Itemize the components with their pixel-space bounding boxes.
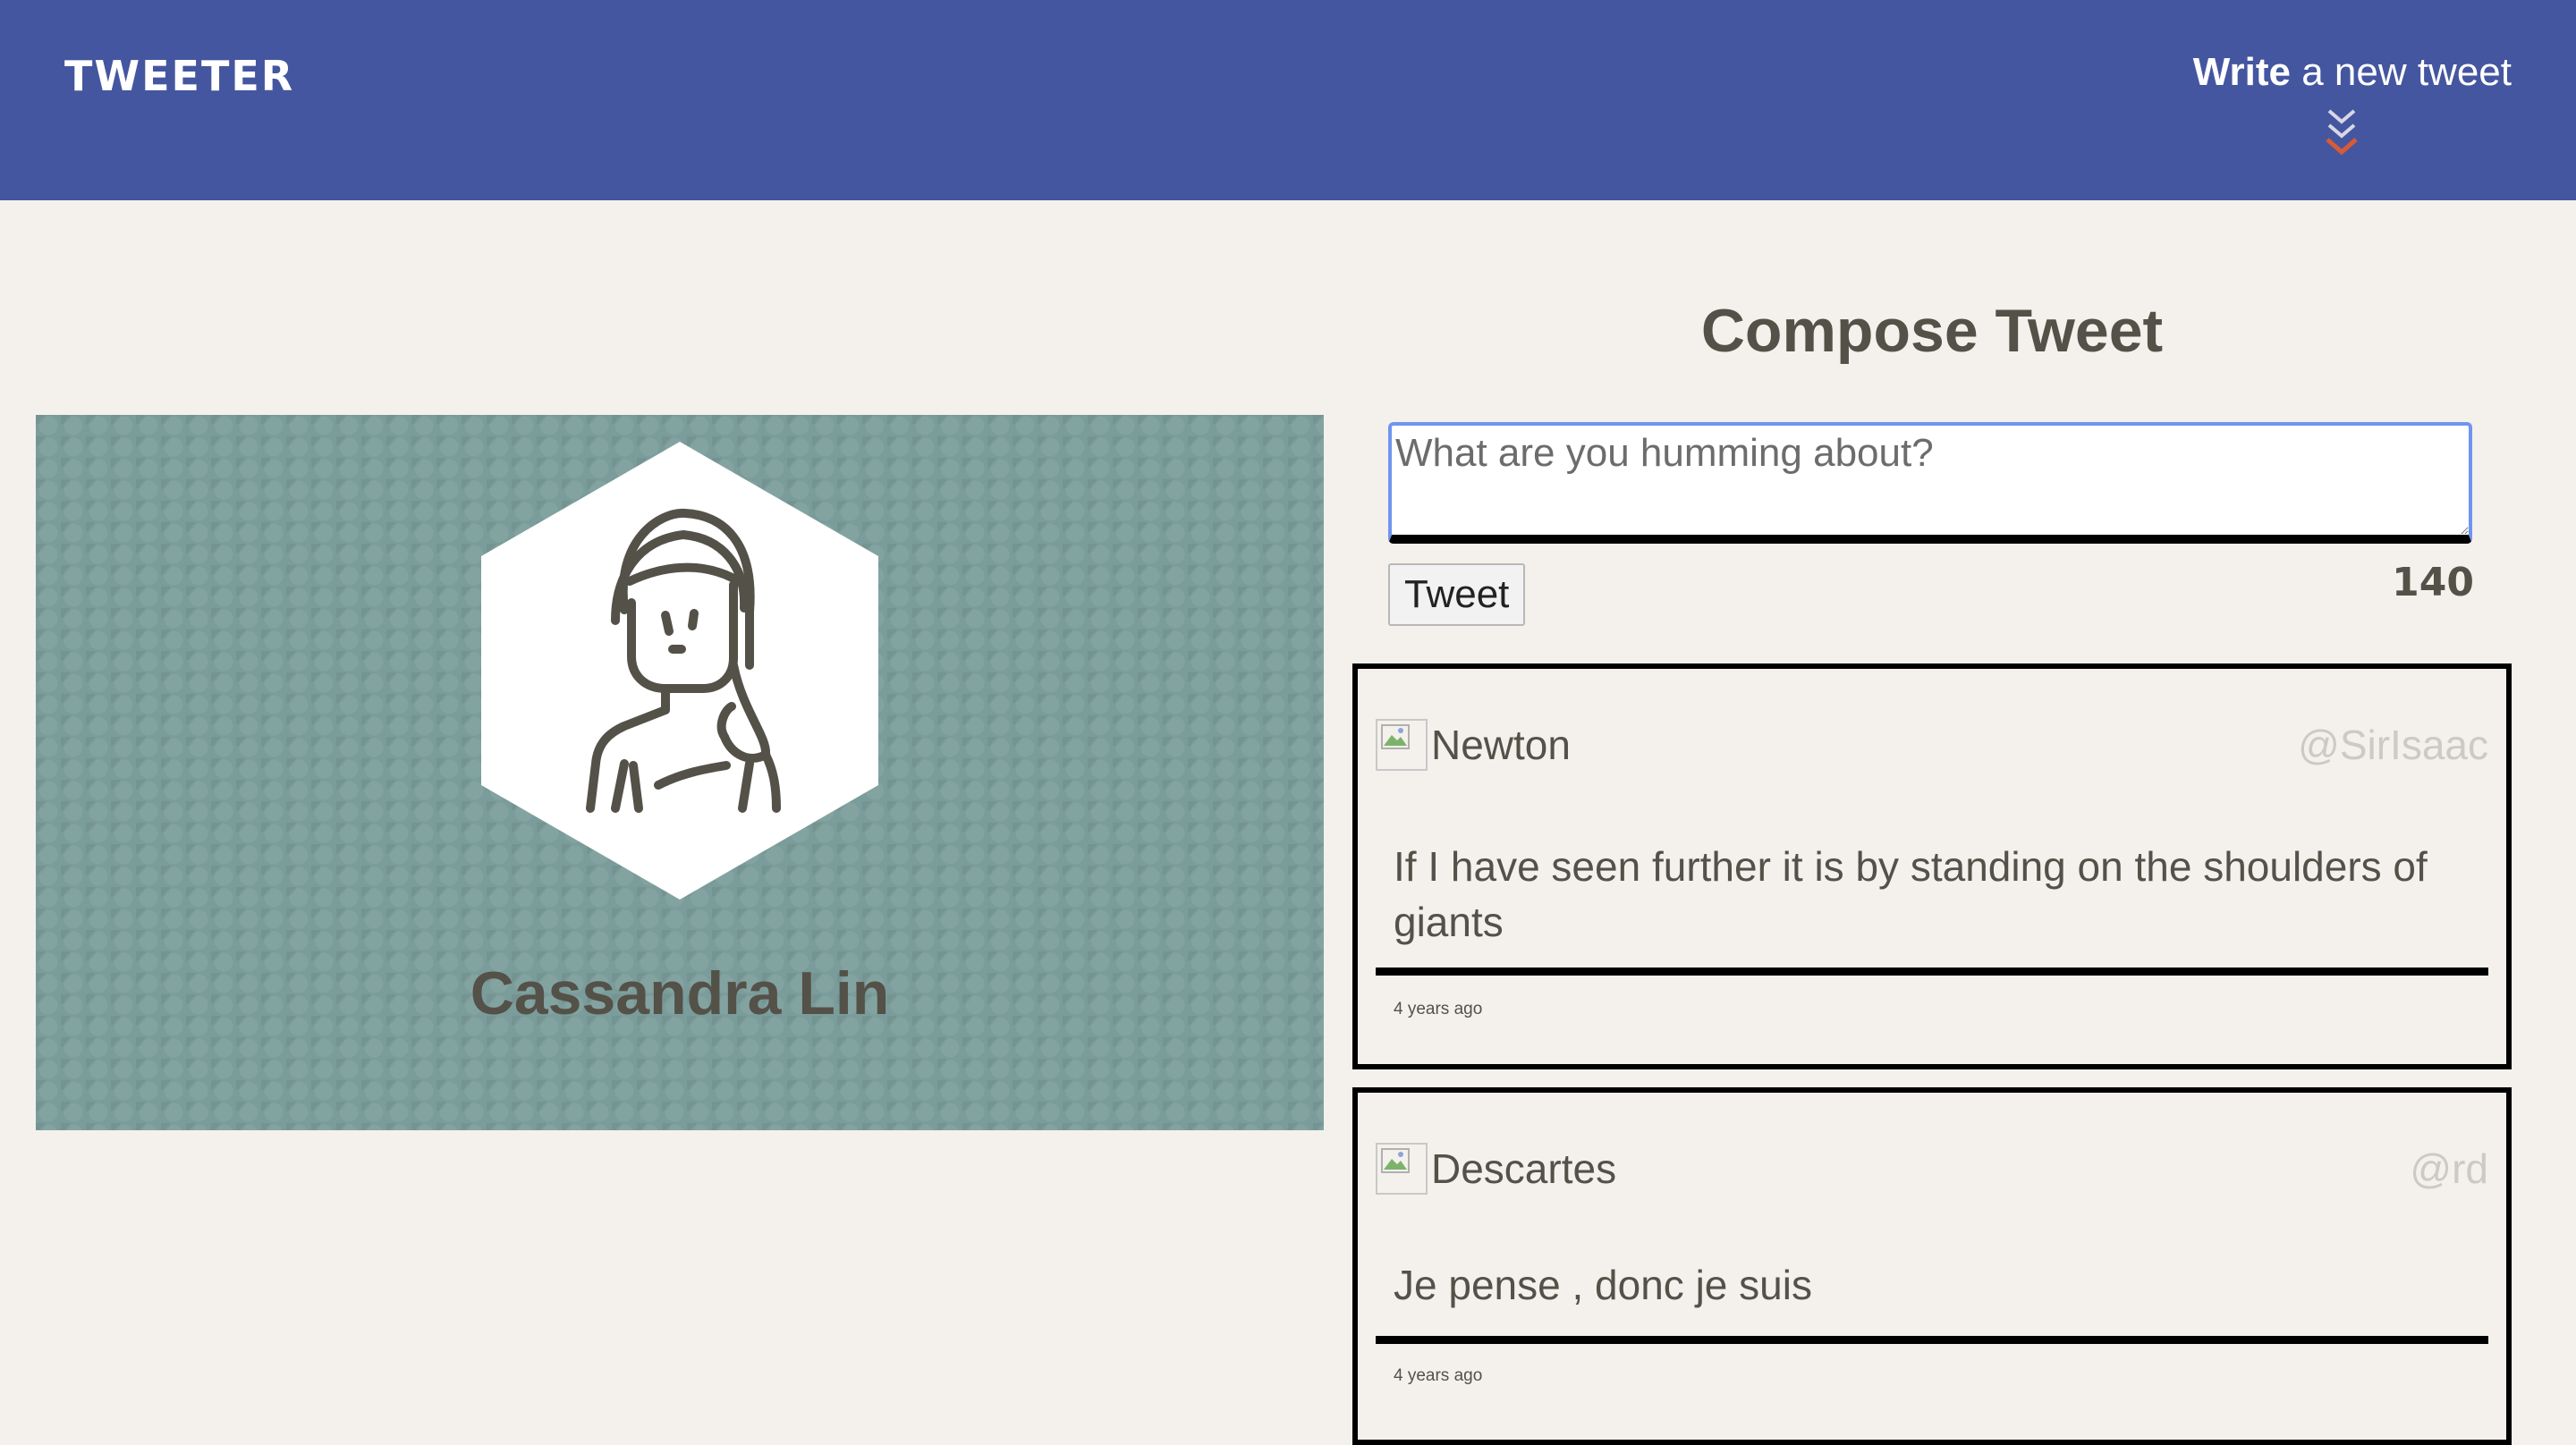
profile-header: Cassandra Lin <box>36 415 1324 1130</box>
tweet-header: Newton @SirIsaac <box>1376 719 2488 776</box>
tweet-content: If I have seen further it is by standing… <box>1394 843 2428 945</box>
character-counter: 140 <box>2392 560 2474 605</box>
tweet-timestamp: 4 years ago <box>1394 1366 1483 1385</box>
tweet-content: Je pense , donc je suis <box>1394 1262 1812 1308</box>
write-label-rest: a new tweet <box>2290 50 2512 94</box>
tweet-card: Newton @SirIsaac If I have seen further … <box>1352 663 2512 1069</box>
tweet-button[interactable]: Tweet <box>1388 563 1526 626</box>
tweet-header: Descartes @rd <box>1376 1143 2488 1200</box>
tweet-divider <box>1376 968 2488 976</box>
write-label-strong: Write <box>2192 50 2291 94</box>
tweet-timestamp: 4 years ago <box>1394 1000 1483 1018</box>
user-avatar <box>481 442 878 900</box>
tweet-handle: @rd <box>2410 1145 2488 1192</box>
compose-section: Compose Tweet Tweet 140 <box>1352 286 2512 626</box>
brand-logo[interactable]: TWEETER <box>64 52 294 100</box>
tweet-username: Newton <box>1431 722 1571 768</box>
write-new-tweet-label[interactable]: Write a new tweet <box>2136 50 2512 95</box>
tweet-username: Descartes <box>1431 1145 1617 1192</box>
tweet-card: Descartes @rd Je pense , donc je suis 4 … <box>1352 1087 2512 1445</box>
profile-name: Cassandra Lin <box>470 959 890 1027</box>
write-new-tweet-toggle[interactable]: Write a new tweet <box>2136 50 2512 156</box>
compose-title: Compose Tweet <box>1700 297 2164 365</box>
tweet-handle: @SirIsaac <box>2298 722 2488 768</box>
top-nav: TWEETER Write a new tweet <box>0 0 2576 200</box>
tweet-divider <box>1376 1336 2488 1344</box>
tweet-input[interactable] <box>1388 422 2472 544</box>
double-chevron-down-icon[interactable] <box>2324 107 2360 157</box>
broken-image-icon <box>1376 1143 1428 1195</box>
broken-image-icon <box>1376 719 1428 771</box>
